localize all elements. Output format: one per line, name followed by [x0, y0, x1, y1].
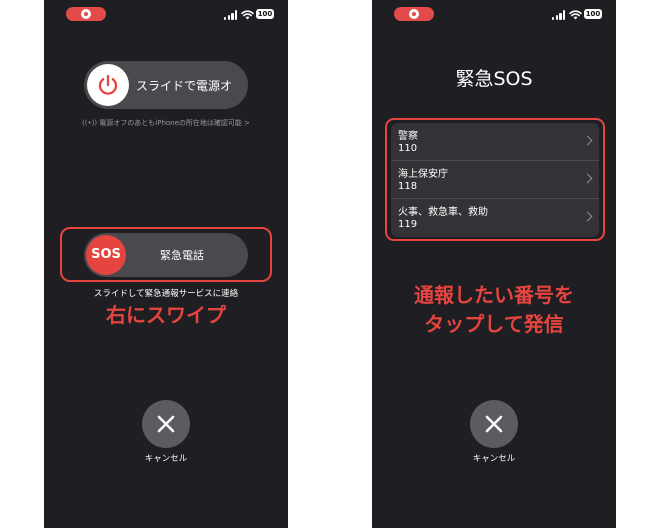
- screen-title: 緊急SOS: [455, 68, 533, 90]
- status-bar: 100: [44, 0, 288, 28]
- battery-icon: 100: [256, 9, 274, 19]
- power-off-slider[interactable]: スライドで電源オフ: [84, 61, 248, 109]
- close-icon: [485, 415, 503, 433]
- instruction-caption: 右にスワイプ: [106, 303, 226, 327]
- record-icon[interactable]: [394, 7, 434, 21]
- power-icon: [98, 74, 118, 95]
- caption-line-2: タップして発信: [424, 312, 564, 336]
- status-bar: 100: [372, 0, 616, 28]
- contact-number: 119: [398, 219, 418, 230]
- contact-item-fire-ambulance[interactable]: 火事、救急車、救助 119: [391, 199, 599, 237]
- chevron-right-icon: [582, 173, 593, 184]
- sos-slider-label: 緊急電話: [160, 249, 204, 262]
- emergency-sos-slider[interactable]: SOS 緊急電話: [84, 233, 248, 277]
- emergency-contact-list: 警察 110 海上保安庁 118 火事、救急車、救助 119: [391, 123, 599, 237]
- battery-icon: 100: [584, 9, 602, 19]
- cancel-button[interactable]: [470, 400, 518, 448]
- contact-name: 火事、救急車、救助: [398, 207, 488, 218]
- chevron-right-icon: [582, 211, 593, 222]
- caption-line-1: 通報したい番号を: [414, 283, 574, 307]
- contact-item-coast-guard[interactable]: 海上保安庁 118: [391, 161, 599, 199]
- power-knob[interactable]: [87, 64, 129, 106]
- emergency-sos-screen: 100 緊急SOS 警察 110 海上保安庁 118 火事、救急車、救助 119…: [372, 0, 616, 528]
- contact-name: 海上保安庁: [398, 169, 448, 180]
- contact-number: 110: [398, 143, 418, 154]
- close-icon: [157, 415, 175, 433]
- cancel-label: キャンセル: [144, 454, 188, 464]
- contact-name: 警察: [398, 131, 418, 142]
- find-my-note[interactable]: ((•)) 電源オフのあともiPhoneの所在地は確認可能 >: [44, 118, 288, 128]
- wifi-icon: [241, 10, 254, 20]
- sos-knob[interactable]: SOS: [86, 235, 126, 275]
- cancel-label: キャンセル: [472, 454, 516, 464]
- sos-hint: スライドして緊急通報サービスに連絡: [93, 289, 239, 299]
- signal-icon: [224, 10, 238, 20]
- signal-icon: [552, 10, 566, 20]
- record-icon[interactable]: [66, 7, 106, 21]
- wifi-icon: [569, 10, 582, 20]
- cancel-button[interactable]: [142, 400, 190, 448]
- power-off-screen: 100 スライドで電源オフ ((•)) 電源オフのあともiPhoneの所在地は確…: [44, 0, 288, 528]
- power-slider-label: スライドで電源オフ: [136, 79, 232, 93]
- instruction-caption: 通報したい番号を タップして発信: [372, 281, 616, 339]
- contact-item-police[interactable]: 警察 110: [391, 123, 599, 161]
- chevron-right-icon: [582, 135, 593, 146]
- contact-number: 118: [398, 181, 418, 192]
